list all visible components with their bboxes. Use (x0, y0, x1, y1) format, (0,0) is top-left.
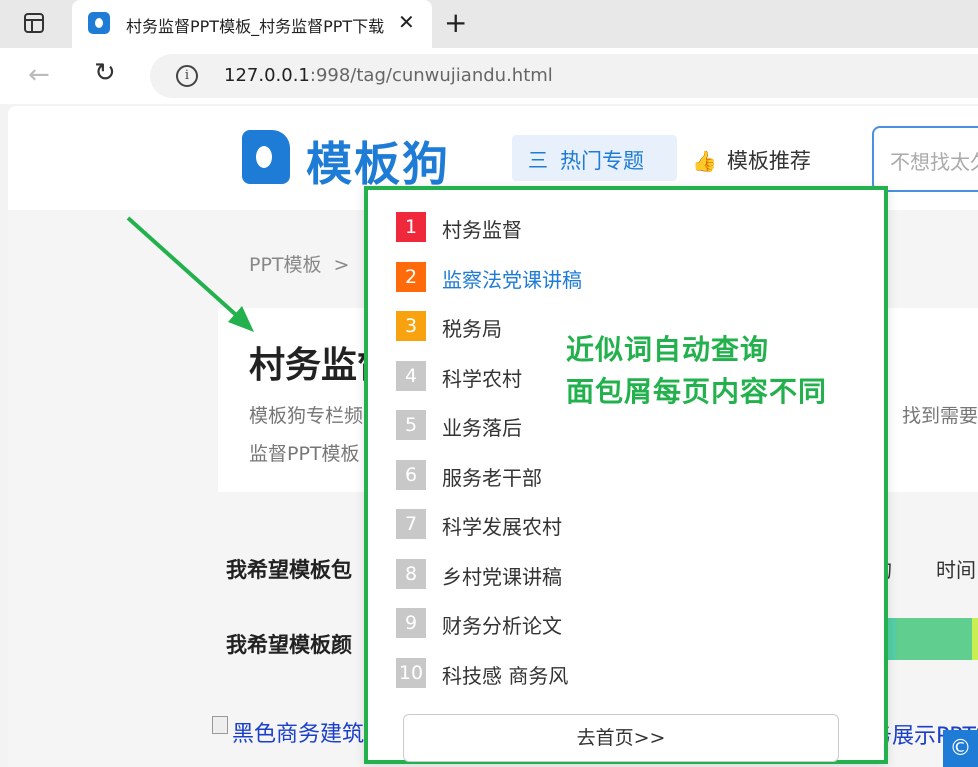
rank-badge: 10 (396, 657, 426, 688)
rank-badge: 4 (396, 360, 426, 391)
filter-color-label: 我希望模板颜 (226, 633, 352, 657)
intro-text-line1: 模板狗专栏频 (249, 405, 364, 427)
rank-badge: 7 (396, 509, 426, 539)
broken-image-icon (212, 716, 228, 734)
dropdown-item-label: 科技感 商务风 (442, 663, 569, 688)
breadcrumb-separator: > (333, 254, 350, 276)
dropdown-item-label: 税务局 (442, 317, 502, 341)
dropdown-item-label: 科学发展农村 (442, 515, 562, 539)
nav-recommended[interactable]: 👍 模板推荐 (692, 145, 811, 175)
intro-text-right: 找到需要的 (902, 405, 978, 427)
url-host: 127.0.0.1 (224, 65, 310, 86)
dropdown-item-label: 财务分析论文 (442, 614, 562, 638)
rank-badge: 9 (396, 608, 426, 638)
breadcrumb-root[interactable]: PPT模板 (249, 254, 322, 276)
tab-title: 村务监督PPT模板_村务监督PPT下载 (126, 17, 385, 36)
intro-text-line2: 监督PPT模板 (249, 443, 360, 465)
nav-recommended-label: 模板推荐 (726, 149, 811, 173)
rank-badge: 1 (396, 212, 426, 242)
url-path: :998/tag/cunwujiandu.html (309, 65, 553, 86)
color-swatch-lime[interactable] (972, 618, 978, 660)
dropdown-item-label: 科学农村 (442, 366, 522, 391)
site-logo-text[interactable]: 模板狗 (306, 128, 450, 194)
info-icon[interactable]: i (176, 65, 198, 87)
rank-badge: 5 (396, 410, 426, 440)
annotation-line2: 面包屑每页内容不同 (566, 375, 828, 408)
filter-option-time[interactable]: 时间 (936, 554, 976, 583)
search-placeholder: 不想找太久 (890, 150, 978, 174)
thumbnail-alt-text: 黑色商务建筑 (232, 722, 365, 747)
annotation-line1: 近似词自动查询 (566, 333, 770, 366)
nav-hot-topics[interactable]: 三 热门专题 (512, 135, 677, 181)
breadcrumb: PPT模板 > (249, 250, 361, 277)
url-text[interactable]: 127.0.0.1:998/tag/cunwujiandu.html (224, 65, 553, 86)
dropdown-item-label: 监察法党课讲稿 (442, 267, 582, 292)
dropdown-item-label: 服务老干部 (442, 465, 542, 490)
rank-badge: 3 (396, 311, 426, 341)
back-icon[interactable]: ← (28, 60, 50, 90)
sidebar-toggle-icon[interactable] (24, 13, 44, 33)
favicon-icon (88, 12, 110, 34)
new-tab-button[interactable]: + (444, 6, 467, 39)
rank-badge: 8 (396, 558, 426, 589)
go-home-button[interactable]: 去首页>> (403, 714, 839, 762)
rank-badge: 2 (396, 261, 426, 292)
reload-icon[interactable]: ↻ (94, 58, 116, 88)
rank-badge: 6 (396, 459, 426, 490)
template-thumbnail-link[interactable]: 黑色商务建筑 (212, 716, 364, 748)
menu-icon: 三 (528, 148, 548, 172)
dog-logo-icon[interactable] (242, 130, 290, 184)
dropdown-item-label: 业务落后 (442, 416, 522, 440)
copyright-icon[interactable]: © (943, 730, 978, 767)
nav-hot-topics-label: 热门专题 (560, 149, 644, 173)
filter-structure-label: 我希望模板包 (226, 558, 352, 582)
dropdown-item-label: 村务监督 (442, 218, 522, 242)
close-icon[interactable]: ✕ (398, 10, 415, 34)
dropdown-item-label: 乡村党课讲稿 (442, 564, 562, 589)
thumbs-up-icon: 👍 (692, 149, 717, 173)
